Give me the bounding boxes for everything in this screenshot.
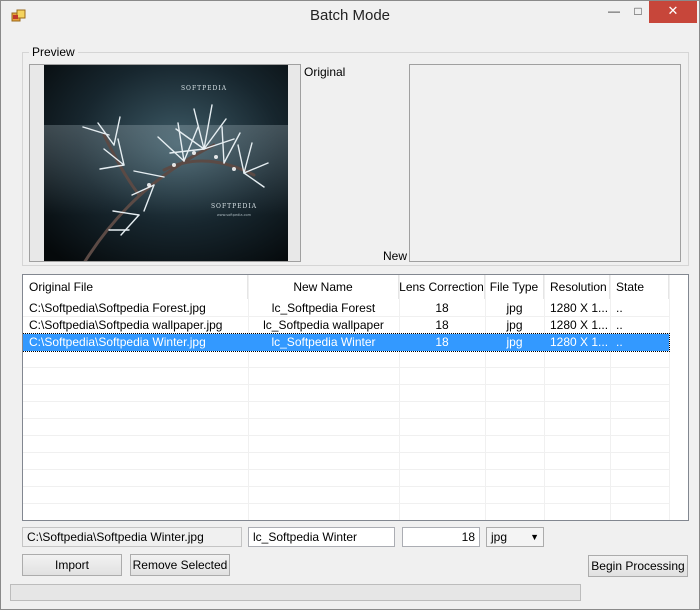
table-row-selected[interactable]: C:\Softpedia\Softpedia Winter.jpg lc_Sof… [23, 333, 670, 352]
column-new-name[interactable]: New Name [248, 275, 399, 299]
cell-new-name: lc_Softpedia wallpaper [263, 318, 384, 332]
file-type-select[interactable]: jpg ▼ [486, 527, 544, 547]
cell-state: .. [616, 335, 623, 349]
listview-header: Original File New Name Lens Correction F… [23, 275, 688, 299]
original-label: Original [304, 65, 346, 79]
maximize-button[interactable]: □ [625, 1, 651, 23]
lens-correction-input[interactable]: 18 [402, 527, 480, 547]
minimize-button[interactable]: — [601, 1, 627, 23]
column-state[interactable]: State [610, 275, 669, 299]
column-resolution[interactable]: Resolution [544, 275, 610, 299]
cell-lens-correction: 18 [435, 301, 449, 315]
remove-selected-button[interactable]: Remove Selected [130, 554, 230, 576]
import-button[interactable]: Import [22, 554, 122, 576]
column-file-type[interactable]: File Type [485, 275, 544, 299]
files-listview[interactable]: Original File New Name Lens Correction F… [22, 274, 689, 521]
begin-processing-button[interactable]: Begin Processing [588, 555, 688, 577]
cell-lens-correction: 18 [435, 335, 449, 349]
winter-photo: SOFTPEDIA SOFTPEDIA www.softpedia.com [44, 65, 288, 261]
cell-resolution: 1280 X 1... [550, 318, 609, 332]
original-preview-image: SOFTPEDIA SOFTPEDIA www.softpedia.com [29, 64, 301, 262]
column-lens-correction[interactable]: Lens Correction [399, 275, 485, 299]
title-bar[interactable]: Batch Mode — □ ✕ [1, 1, 699, 31]
new-preview-image [409, 64, 681, 262]
new-label: New [383, 249, 408, 263]
progress-bar [10, 584, 581, 601]
cell-file-type: jpg [506, 335, 523, 349]
new-name-input[interactable]: lc_Softpedia Winter [248, 527, 395, 547]
cell-file-type: jpg [506, 318, 523, 332]
watermark-url: www.softpedia.com [217, 213, 252, 217]
watermark-bottom: SOFTPEDIA [211, 203, 257, 210]
cell-lens-correction: 18 [435, 318, 449, 332]
original-path-field: C:\Softpedia\Softpedia Winter.jpg [22, 527, 242, 547]
cell-resolution: 1280 X 1... [550, 301, 609, 315]
cell-new-name: lc_Softpedia Winter [271, 335, 376, 349]
cell-original-file: C:\Softpedia\Softpedia Forest.jpg [29, 301, 206, 315]
column-original-file[interactable]: Original File [23, 275, 248, 299]
watermark-top: SOFTPEDIA [181, 85, 227, 92]
table-row[interactable]: C:\Softpedia\Softpedia wallpaper.jpg lc_… [23, 317, 669, 334]
cell-original-file: C:\Softpedia\Softpedia Winter.jpg [29, 335, 206, 349]
preview-legend: Preview [29, 45, 78, 59]
cell-original-file: C:\Softpedia\Softpedia wallpaper.jpg [29, 318, 223, 332]
table-row[interactable]: C:\Softpedia\Softpedia Forest.jpg lc_Sof… [23, 300, 669, 317]
window-title: Batch Mode [309, 7, 391, 24]
cell-state: .. [616, 301, 623, 315]
batch-mode-window: Batch Mode — □ ✕ Preview SOFTPEDIA SOFTP… [0, 0, 700, 610]
chevron-down-icon: ▼ [530, 532, 539, 542]
cell-resolution: 1280 X 1... [550, 335, 609, 349]
file-type-value: jpg [491, 530, 508, 544]
cell-state: .. [616, 318, 623, 332]
cell-file-type: jpg [506, 301, 523, 315]
cell-new-name: lc_Softpedia Forest [271, 301, 376, 315]
close-button[interactable]: ✕ [649, 1, 697, 23]
